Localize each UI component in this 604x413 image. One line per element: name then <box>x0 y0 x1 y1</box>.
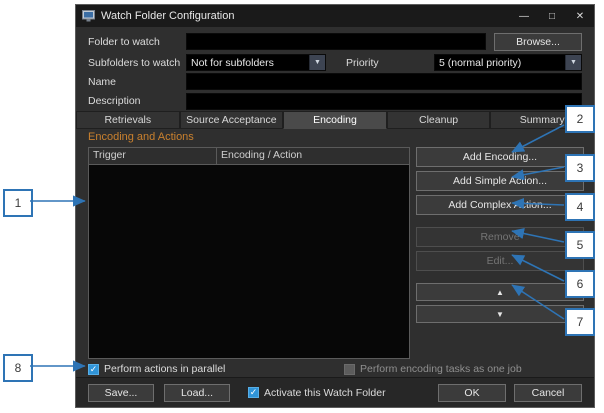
description-input[interactable] <box>186 92 582 110</box>
checkbox-checked-icon[interactable]: ✓ <box>88 363 99 375</box>
chevron-down-icon[interactable]: ▼ <box>565 55 581 70</box>
annotation-3: 3 <box>565 154 595 182</box>
chevron-glyph: ▼ <box>570 59 577 66</box>
annotation-6: 6 <box>565 270 595 298</box>
chevron-down-icon[interactable]: ▼ <box>309 55 325 70</box>
move-down-button[interactable]: ▼ <box>416 305 584 323</box>
options-row: ✓ Perform actions in parallel Perform en… <box>88 363 582 377</box>
actions-table-body[interactable] <box>89 165 409 358</box>
annotated-screenshot: Watch Folder Configuration — □ ✕ Folder … <box>0 0 604 413</box>
browse-button[interactable]: Browse... <box>494 32 582 51</box>
subfolders-dropdown[interactable]: Not for subfolders ▼ <box>186 54 326 71</box>
name-input[interactable] <box>186 73 582 90</box>
tab-retrievals[interactable]: Retrievals <box>76 111 180 129</box>
parallel-actions-checkbox[interactable]: ✓ Perform actions in parallel <box>88 363 225 375</box>
load-button[interactable]: Load... <box>164 383 230 402</box>
annotation-8: 8 <box>3 354 33 382</box>
activate-watch-folder-label: Activate this Watch Folder <box>264 386 386 399</box>
save-button[interactable]: Save... <box>88 383 154 402</box>
name-row: Name <box>88 73 582 90</box>
tab-cleanup[interactable]: Cleanup <box>386 111 491 129</box>
actions-table-header: Trigger Encoding / Action <box>89 148 409 165</box>
folder-to-watch-row: Folder to watch Browse... <box>88 32 582 51</box>
actions-table: Trigger Encoding / Action <box>88 147 410 359</box>
minimize-button[interactable]: — <box>510 5 538 27</box>
dialog-footer: Save... Load... ✓ Activate this Watch Fo… <box>76 377 594 407</box>
parallel-actions-label: Perform actions in parallel <box>104 363 226 375</box>
priority-dropdown[interactable]: 5 (normal priority) ▼ <box>434 54 582 71</box>
priority-label: Priority <box>346 56 379 69</box>
tab-source-acceptance[interactable]: Source Acceptance <box>179 111 284 129</box>
tab-bar: Retrievals Source Acceptance Encoding Cl… <box>76 111 594 129</box>
priority-dropdown-value: 5 (normal priority) <box>439 56 522 69</box>
one-job-checkbox[interactable]: Perform encoding tasks as one job <box>344 363 522 375</box>
subfolders-to-watch-label: Subfolders to watch <box>88 56 181 69</box>
remove-button[interactable]: Remove <box>416 227 584 247</box>
subfolders-priority-row: Subfolders to watch Not for subfolders ▼… <box>88 54 582 71</box>
checkbox-disabled-icon[interactable] <box>344 363 355 375</box>
add-encoding-button[interactable]: Add Encoding... <box>416 147 584 167</box>
maximize-button[interactable]: □ <box>538 5 566 27</box>
move-up-button[interactable]: ▲ <box>416 283 584 301</box>
annotation-5: 5 <box>565 231 595 259</box>
description-label: Description <box>88 95 141 107</box>
annotation-7: 7 <box>565 308 595 336</box>
annotation-2: 2 <box>565 105 595 133</box>
cancel-button[interactable]: Cancel <box>514 383 582 402</box>
one-job-label: Perform encoding tasks as one job <box>360 363 522 375</box>
add-simple-action-button[interactable]: Add Simple Action... <box>416 171 584 191</box>
trigger-column-header[interactable]: Trigger <box>89 148 217 164</box>
chevron-glyph: ▼ <box>314 59 321 66</box>
ok-button[interactable]: OK <box>438 383 506 402</box>
name-label: Name <box>88 75 117 88</box>
check-glyph: ✓ <box>249 387 258 397</box>
encoding-action-column-header[interactable]: Encoding / Action <box>217 148 409 164</box>
title-bar[interactable]: Watch Folder Configuration — □ ✕ <box>76 5 594 27</box>
activate-watch-folder-checkbox[interactable]: ✓ Activate this Watch Folder <box>248 387 386 399</box>
add-complex-action-button[interactable]: Add Complex Action... <box>416 195 584 215</box>
folder-to-watch-label: Folder to watch <box>88 35 160 48</box>
annotation-4: 4 <box>565 193 595 221</box>
tab-encoding[interactable]: Encoding <box>283 111 387 129</box>
encoding-and-actions-title: Encoding and Actions <box>88 131 194 143</box>
checkbox-checked-icon[interactable]: ✓ <box>248 387 259 398</box>
close-button[interactable]: ✕ <box>566 5 594 27</box>
edit-button[interactable]: Edit... <box>416 251 584 271</box>
check-glyph: ✓ <box>89 363 98 374</box>
folder-to-watch-input[interactable] <box>186 33 486 50</box>
app-icon <box>82 10 95 22</box>
annotation-1: 1 <box>3 189 33 217</box>
action-button-column: Add Encoding... Add Simple Action... Add… <box>416 147 584 327</box>
watch-folder-configuration-dialog: Watch Folder Configuration — □ ✕ Folder … <box>75 4 595 408</box>
window-title: Watch Folder Configuration <box>101 10 235 22</box>
description-row: Description <box>88 92 582 110</box>
subfolders-dropdown-value: Not for subfolders <box>191 56 274 69</box>
